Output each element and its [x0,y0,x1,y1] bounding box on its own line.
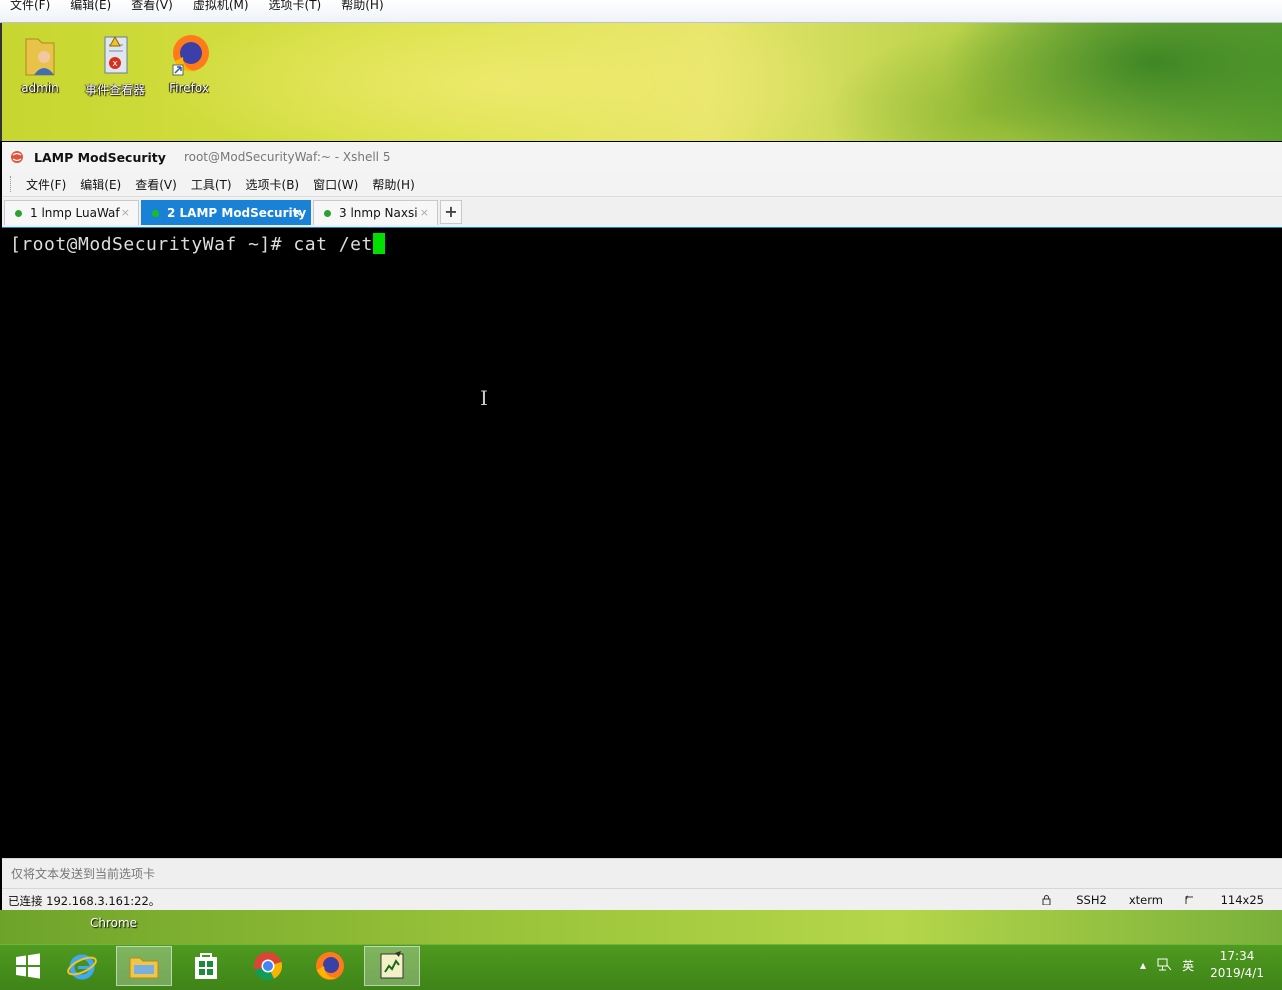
menu-help[interactable]: 帮助(H) [365,176,421,193]
resize-icon [1185,895,1193,904]
vm-menu-edit[interactable]: 编辑(E) [60,0,121,11]
desktop-icon-firefox[interactable]: Firefox [154,31,224,95]
lock-icon [1042,895,1051,906]
network-icon[interactable] [1156,957,1172,973]
protocol-label: SSH2 [1076,893,1107,907]
system-tray: ▴ 英 17:34 2019/4/1 [1130,948,1264,982]
compose-hint: 仅将文本发送到当前选项卡 [11,867,156,881]
xshell-menubar: 文件(F) 编辑(E) 查看(V) 工具(T) 选项卡(B) 窗口(W) 帮助(… [2,172,1282,197]
terminal-size: 114x25 [1220,893,1264,907]
input-language-indicator[interactable]: 英 [1182,957,1194,974]
tab-label: 1 lnmp LuaWaf [30,206,120,220]
terminal-size-status: 114x25 [1185,893,1264,907]
chrome-icon [254,952,283,980]
terminal-prompt-text: [root@ModSecurityWaf ~]# cat /et [10,234,373,255]
connected-status-icon [324,209,331,217]
event-viewer-icon: x [104,35,128,74]
folder-icon [129,957,159,979]
menu-edit[interactable]: 编辑(E) [73,176,128,193]
connected-status-icon [15,209,22,217]
taskbar-store[interactable] [178,946,234,986]
internet-explorer-icon [67,954,97,980]
status-right-group: SSH2 xterm 114x25 [1020,893,1264,907]
ssh-status: SSH2 [1042,893,1107,907]
taskbar-ie[interactable] [54,946,110,986]
menu-tools[interactable]: 工具(T) [184,176,239,193]
terminal-area[interactable]: [root@ModSecurityWaf ~]# cat /et I [2,228,1282,858]
firefox-icon [316,952,344,980]
connected-status-icon [152,209,159,217]
menu-view[interactable]: 查看(V) [128,176,184,193]
tab-lamp-modsecurity[interactable]: 2 LAMP ModSecurity × [141,200,311,225]
compose-bar[interactable]: 仅将文本发送到当前选项卡 [2,858,1282,888]
desktop-icon-label: admin [21,81,59,95]
terminal-line: [root@ModSecurityWaf ~]# cat /et [10,233,385,255]
svg-text:x: x [112,59,118,69]
desktop: admin x 事件查看器 Firefox [0,23,1282,141]
xshell-window: LAMP ModSecurity root@ModSecurityWaf:~ -… [2,142,1282,911]
network-glyph [1157,958,1172,971]
tray-expand-icon[interactable]: ▴ [1140,958,1146,972]
tab-lnmp-naxsi[interactable]: 3 lnmp Naxsi × [313,200,438,225]
window-subtitle: root@ModSecurityWaf:~ - Xshell 5 [183,150,391,164]
vm-menubar: 文件(F) 编辑(E) 查看(V) 虚拟机(M) 选项卡(T) 帮助(H) [0,0,1282,23]
desktop-icon-admin[interactable]: admin [5,31,75,95]
clock-time: 17:34 [1219,949,1255,963]
desktop-icon-label: Firefox [169,81,209,95]
taskbar: ▴ 英 17:34 2019/4/1 [0,944,1282,990]
desktop-icon-label: 事件查看器 [84,83,145,97]
menu-tabs[interactable]: 选项卡(B) [239,176,307,193]
tab-lnmp-luawaf[interactable]: 1 lnmp LuaWaf × [4,200,139,225]
status-bar: 已连接 192.168.3.161:22。 SSH2 xterm 114x25 [2,888,1282,911]
user-folder-icon [25,38,55,76]
tab-close-icon[interactable]: × [293,206,302,219]
tab-close-icon[interactable]: × [420,206,429,219]
desktop-icon-event-viewer[interactable]: x 事件查看器 [80,31,150,98]
taskbar-firefox[interactable] [302,946,358,986]
new-tab-button[interactable]: + [440,200,462,224]
vm-menu-vm[interactable]: 虚拟机(M) [183,0,259,11]
taskbar-chrome[interactable] [240,946,296,986]
vm-menu-help[interactable]: 帮助(H) [331,0,393,11]
xshell-app-icon [11,151,23,163]
window-title: LAMP ModSecurity [34,149,166,165]
start-button[interactable] [0,946,56,986]
toolbar-grip [10,176,13,192]
connection-status: 已连接 192.168.3.161:22。 [8,894,161,908]
window-titlebar[interactable]: LAMP ModSecurity root@ModSecurityWaf:~ -… [2,142,1282,172]
desktop-strip: Chrome [0,910,1282,944]
terminal-app-icon [380,951,404,979]
session-tabbar: 1 lnmp LuaWaf × 2 LAMP ModSecurity × 3 l… [2,198,1282,230]
vm-menu-file[interactable]: 文件(F) [0,0,60,11]
clock[interactable]: 17:34 2019/4/1 [1210,948,1264,982]
store-icon [195,953,217,979]
menu-window[interactable]: 窗口(W) [306,176,365,193]
clock-date: 2019/4/1 [1210,966,1264,980]
firefox-icon [172,35,209,76]
tab-close-icon[interactable]: × [121,206,130,219]
ibeam-cursor-icon: I [480,386,488,410]
vm-menu-view[interactable]: 查看(V) [121,0,183,11]
taskbar-file-explorer[interactable] [116,946,172,986]
tab-label: 3 lnmp Naxsi [339,206,418,220]
desktop-icon-chrome-label[interactable]: Chrome [90,916,137,930]
vm-menu-tabs[interactable]: 选项卡(T) [259,0,332,11]
tab-label: 2 LAMP ModSecurity [167,206,307,220]
menu-file[interactable]: 文件(F) [19,176,73,193]
windows-logo-icon [16,953,40,979]
taskbar-xshell[interactable] [364,946,420,986]
terminal-type: xterm [1128,893,1163,907]
terminal-cursor [372,233,385,254]
